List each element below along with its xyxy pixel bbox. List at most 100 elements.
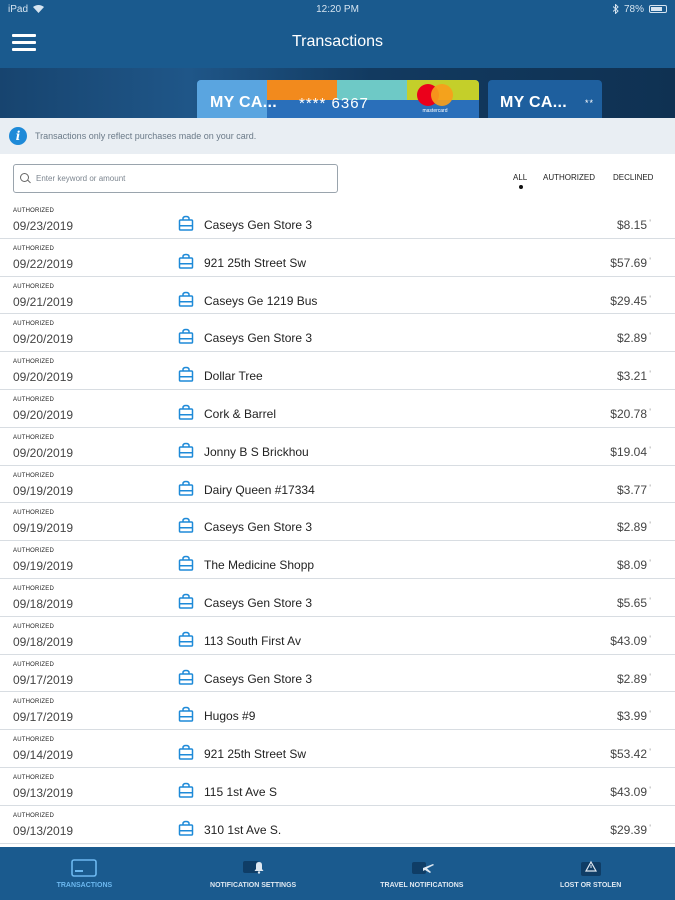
transaction-status: AUTHORIZED [13,737,54,744]
shopping-bag-icon [178,631,194,647]
warning-card-icon [580,860,601,876]
card-selected[interactable]: MY CA... **** 6367 mastercard [197,80,479,118]
shopping-bag-icon [178,744,194,760]
card-brand: mastercard [422,108,448,114]
bell-icon [243,861,264,874]
transaction-status: AUTHORIZED [13,472,54,479]
transaction-status: AUTHORIZED [13,321,54,328]
shopping-bag-icon [178,291,194,307]
transaction-amount: $5.65 [617,596,651,610]
shopping-bag-icon [178,253,194,269]
transaction-merchant: Dollar Tree [204,369,263,384]
transaction-status: AUTHORIZED [13,548,54,555]
tab-travel-notifications[interactable]: TRAVEL NOTIFICATIONS [338,847,507,900]
filter-authorized[interactable]: AUTHORIZED [543,173,595,182]
shopping-bag-icon [178,555,194,571]
transaction-row[interactable]: AUTHORIZED 09/18/2019 113 South First Av $4… [0,617,675,655]
transaction-status: AUTHORIZED [13,812,54,819]
shopping-bag-icon [178,782,194,798]
transaction-date: 09/13/2019 [13,823,74,838]
transaction-status: AUTHORIZED [13,623,54,630]
card-number: **** 6367 [299,95,369,112]
transaction-row[interactable]: AUTHORIZED 09/14/2019 921 25th Street Sw $5… [0,730,675,768]
transaction-date: 09/19/2019 [13,559,74,574]
transaction-row[interactable]: AUTHORIZED 09/20/2019 Cork & Barrel $20.78 [0,390,675,428]
transaction-status: AUTHORIZED [13,283,54,290]
transaction-merchant: Dairy Queen #17334 [204,482,315,497]
tab-notification-settings[interactable]: NOTIFICATION SETTINGS [169,847,338,900]
transaction-row[interactable]: AUTHORIZED 09/20/2019 Caseys Gen Store 3 $2… [0,314,675,353]
info-banner: i Transactions only reflect purchases ma… [0,118,675,154]
transaction-date: 09/20/2019 [13,407,74,422]
filter-tabs: ALL AUTHORIZED DECLINED [0,173,675,193]
transaction-row[interactable]: AUTHORIZED 09/23/2019 Caseys Gen Store 3 $8… [0,201,675,239]
transaction-merchant: Jonny B S Brickhou [204,444,309,459]
transaction-row[interactable]: AUTHORIZED 09/13/2019 115 1st Ave S $43.09 [0,768,675,806]
transaction-status: AUTHORIZED [13,661,54,668]
shopping-bag-icon [178,706,194,723]
transaction-row[interactable]: AUTHORIZED 09/21/2019 Caseys Ge 1219 Bus $2… [0,277,675,315]
info-icon: i [9,127,27,145]
transaction-row[interactable]: AUTHORIZED 09/19/2019 Dairy Queen #17334 $3… [0,466,675,504]
transaction-row[interactable]: AUTHORIZED 09/18/2019 Caseys Gen Store 3 $5… [0,579,675,617]
transaction-row[interactable]: AUTHORIZED 09/17/2019 Hugos #9 $3.99 [0,692,675,731]
shopping-bag-icon [178,820,194,836]
transaction-merchant: 921 25th Street Sw [204,747,307,762]
transaction-amount: $2.89 [617,331,651,345]
transaction-row[interactable]: AUTHORIZED 09/19/2019 Caseys Gen Store 3 $2… [0,503,675,542]
transaction-row[interactable]: AUTHORIZED 09/20/2019 Jonny B S Brickhou $1… [0,428,675,466]
transaction-amount: $43.09 [610,634,650,648]
transaction-date: 09/21/2019 [13,294,74,309]
transaction-date: 09/20/2019 [13,332,74,347]
transaction-amount: $3.77 [617,483,651,497]
tab-label: TRAVEL NOTIFICATIONS [380,882,464,889]
transaction-merchant: The Medicine Shopp [204,558,315,573]
device-label: iPad [8,3,29,15]
transaction-amount: $20.78 [610,407,650,421]
transaction-date: 09/17/2019 [13,710,74,725]
tab-label: NOTIFICATION SETTINGS [210,882,297,889]
status-bar: iPad 12:20 PM 78% [0,0,675,18]
battery-icon [649,5,667,13]
tab-transactions[interactable]: TRANSACTIONS [0,847,169,900]
transaction-merchant: Caseys Gen Store 3 [204,331,313,346]
transaction-date: 09/18/2019 [13,634,74,649]
card-carousel[interactable]: MY CA... **** 6367 mastercard MY CA... *… [0,68,675,118]
status-time: 12:20 PM [316,3,359,15]
transaction-status: AUTHORIZED [13,396,54,403]
filter-declined[interactable]: DECLINED [613,173,653,182]
transaction-status: AUTHORIZED [13,208,54,214]
tab-label: TRANSACTIONS [56,882,113,889]
transaction-date: 09/19/2019 [13,521,74,536]
transaction-status: AUTHORIZED [13,585,54,592]
shopping-bag-icon [178,669,194,685]
transaction-date: 09/13/2019 [13,785,74,800]
nav-bar: Transactions [0,18,675,68]
transaction-amount: $19.04 [610,445,650,459]
transaction-amount: $2.89 [617,672,651,686]
transaction-row[interactable]: AUTHORIZED 09/22/2019 921 25th Street Sw $5… [0,239,675,277]
transaction-row[interactable]: AUTHORIZED 09/17/2019 Caseys Gen Store 3 $2… [0,655,675,693]
card-name: MY CA... [500,94,568,111]
transaction-merchant: 310 1st Ave S. [204,822,282,837]
transaction-amount: $29.45 [610,294,650,308]
transaction-merchant: 115 1st Ave S [204,784,277,799]
transaction-date: 09/22/2019 [13,256,74,271]
transaction-amount: $3.21 [617,369,651,383]
transaction-merchant: Caseys Ge 1219 Bus [204,293,318,308]
transaction-row[interactable]: AUTHORIZED 09/20/2019 Dollar Tree $3.21 [0,352,675,390]
tab-lost-or-stolen[interactable]: LOST OR STOLEN [506,847,675,900]
wifi-icon [33,5,45,13]
filter-all[interactable]: ALL [513,173,527,182]
transaction-amount: $8.15 [617,218,651,232]
transaction-merchant: Caseys Gen Store 3 [204,595,313,610]
card-next[interactable]: MY CA... ** [488,80,602,118]
transaction-list: AUTHORIZED 09/23/2019 Caseys Gen Store 3 $8… [0,201,675,844]
card-icon [71,859,98,877]
shopping-bag-icon [178,328,194,345]
transaction-row[interactable]: AUTHORIZED 09/13/2019 310 1st Ave S. $29.39 [0,806,675,844]
transaction-merchant: Hugos #9 [204,709,256,724]
transaction-row[interactable]: AUTHORIZED 09/19/2019 The Medicine Shopp $8… [0,541,675,579]
tab-label: LOST OR STOLEN [559,882,622,889]
transaction-date: 09/20/2019 [13,370,74,385]
